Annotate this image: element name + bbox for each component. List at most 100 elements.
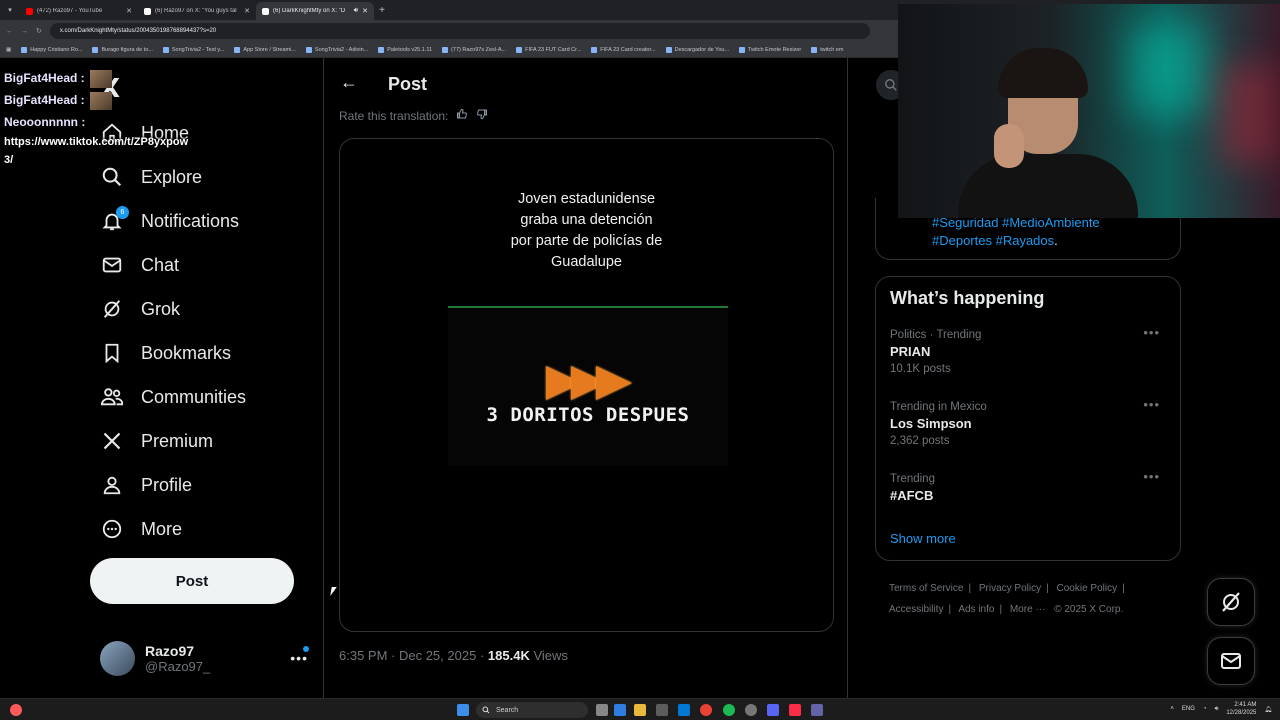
- post-button[interactable]: Post: [90, 558, 294, 604]
- more-dots-icon[interactable]: •••: [1143, 325, 1160, 340]
- more-dots-icon[interactable]: •••: [290, 650, 308, 666]
- account-switcher[interactable]: Razo97 @Razo97_ •••: [100, 638, 312, 678]
- volume-icon[interactable]: 🔊︎: [1215, 706, 1219, 713]
- language-indicator[interactable]: ENG: [1182, 706, 1195, 712]
- more-dots-icon[interactable]: •••: [1143, 397, 1160, 412]
- browser-tab-darkknight-x[interactable]: (6) DarkKnightMty on X: "D 🔊︎ ✕: [256, 2, 374, 20]
- bell-icon: 6: [100, 206, 129, 233]
- chevron-up-icon[interactable]: ˄: [1170, 706, 1174, 712]
- taskbar-search[interactable]: Search: [476, 702, 588, 718]
- thumbs-down-icon[interactable]: [476, 108, 488, 123]
- new-tab-plus-icon[interactable]: +: [374, 5, 390, 16]
- nav-communities[interactable]: Communities: [100, 382, 246, 412]
- messages-fab-button[interactable]: [1207, 637, 1255, 685]
- bookmark-item[interactable]: SongTrivia2 - Adivin...: [305, 46, 368, 53]
- bookmark-item[interactable]: FIFA 23 Card creator...: [591, 46, 656, 53]
- bookmark-item[interactable]: SongTrivia2 - Test y...: [162, 46, 224, 53]
- section-title: What’s happening: [890, 288, 1045, 308]
- close-tab-icon[interactable]: ✕: [362, 7, 368, 15]
- accessibility-link[interactable]: Accessibility: [889, 604, 943, 615]
- youtube-favicon-icon: [26, 7, 33, 15]
- more-dots-icon[interactable]: •••: [1143, 469, 1160, 484]
- chat-line: BigFat4Head :: [4, 89, 188, 111]
- cookie-link[interactable]: Cookie Policy: [1057, 583, 1118, 594]
- thumbs-up-icon[interactable]: [456, 108, 468, 123]
- browser-tab-youtube[interactable]: (472) Razo97 - YouTube ✕: [20, 2, 138, 20]
- post-timestamp[interactable]: 6:35 PM · Dec 25, 2025: [339, 648, 476, 663]
- bookmark-item[interactable]: (77) Razo97s Zesl-A...: [442, 46, 506, 53]
- apps-grid-icon[interactable]: ▦: [6, 47, 11, 53]
- back-nav-icon[interactable]: ←: [6, 28, 13, 35]
- reload-icon[interactable]: ↻: [36, 27, 42, 35]
- nav-bookmarks[interactable]: Bookmarks: [100, 338, 231, 368]
- bookmark-item[interactable]: Descargador de You...: [665, 46, 729, 53]
- discord-icon[interactable]: [767, 704, 779, 716]
- nav-label: Notifications: [141, 210, 240, 231]
- teams-icon[interactable]: [811, 704, 823, 716]
- bookmark-favicon-icon: [739, 46, 746, 53]
- weather-icon[interactable]: [10, 704, 22, 716]
- bookmark-item[interactable]: Happy Cristiano Ro...: [21, 46, 83, 53]
- trend-item[interactable]: Trending #AFCB •••: [890, 469, 1170, 503]
- tab-title: (6) Razo97 on X: "You guys tal: [155, 8, 237, 14]
- show-more-link[interactable]: Show more: [890, 531, 956, 546]
- notification-bell-icon[interactable]: 🔔︎: [1264, 706, 1272, 713]
- close-tab-icon[interactable]: ✕: [126, 7, 132, 15]
- nav-more[interactable]: More: [100, 514, 182, 544]
- bookmark-item[interactable]: Twitch Emote Resizer: [739, 46, 801, 53]
- bookmark-favicon-icon: [811, 46, 818, 53]
- file-explorer-icon[interactable]: [634, 704, 646, 716]
- account-handle: @Razo97_: [145, 658, 211, 674]
- close-tab-icon[interactable]: ✕: [244, 7, 250, 15]
- task-view-icon[interactable]: [596, 704, 608, 716]
- browser-tab-razo97-x[interactable]: (6) Razo97 on X: "You guys tal ✕: [138, 2, 256, 20]
- clock-time: 2:41 AM: [1234, 702, 1257, 708]
- bookmark-label: Happy Cristiano Ro...: [30, 46, 83, 53]
- chrome-icon[interactable]: [700, 704, 712, 716]
- bookmark-item[interactable]: App Store / Streami...: [234, 46, 296, 53]
- windows-start-icon[interactable]: [457, 704, 469, 716]
- bookmark-item[interactable]: twitch em: [811, 46, 844, 53]
- trend-item[interactable]: Politics · Trending PRIAN 10.1K posts ••…: [890, 325, 1170, 375]
- webcam-person-hand: [994, 124, 1024, 168]
- edge-icon[interactable]: [614, 704, 626, 716]
- mail-app-icon[interactable]: [678, 704, 690, 716]
- nav-grok[interactable]: Grok: [100, 294, 180, 324]
- music-icon[interactable]: [789, 704, 801, 716]
- nav-profile[interactable]: Profile: [100, 470, 192, 500]
- terms-link[interactable]: Terms of Service: [889, 583, 963, 594]
- footer-more-link[interactable]: More ···: [1010, 604, 1046, 615]
- trend-posts: 2,362 posts: [890, 435, 950, 447]
- address-bar[interactable]: x.com/DarkKnightMty/status/2004350198768…: [49, 23, 870, 39]
- x-favicon-icon: [144, 7, 151, 15]
- bookmark-favicon-icon: [378, 46, 385, 53]
- privacy-link[interactable]: Privacy Policy: [979, 583, 1041, 594]
- nav-chat[interactable]: Chat: [100, 250, 179, 280]
- bookmark-favicon-icon: [21, 46, 28, 53]
- wifi-icon[interactable]: ◔: [1203, 706, 1207, 712]
- store-icon[interactable]: [656, 704, 668, 716]
- clock[interactable]: 2:41 AM 12/28/2025: [1226, 701, 1256, 717]
- page-title: Post: [388, 74, 428, 94]
- ads-info-link[interactable]: Ads info: [958, 604, 994, 615]
- bookmark-label: twitch em: [820, 46, 844, 53]
- bookmark-item[interactable]: Burago figura de to...: [92, 46, 153, 53]
- trend-item[interactable]: Trending in Mexico Los Simpson 2,362 pos…: [890, 397, 1170, 447]
- bookmark-item[interactable]: Paletools v25.1.11: [378, 46, 432, 53]
- spotify-icon[interactable]: [723, 704, 735, 716]
- bookmark-item[interactable]: FIFA 23 FUT Card Cr...: [516, 46, 581, 53]
- forward-nav-icon[interactable]: →: [21, 28, 28, 35]
- hashtags-line[interactable]: #Deportes #Rayados: [932, 233, 1054, 248]
- nav-label: Grok: [141, 298, 181, 319]
- nav-notifications[interactable]: 6 Notifications: [100, 206, 239, 236]
- speaker-icon[interactable]: 🔊︎: [354, 7, 358, 15]
- bookmark-favicon-icon: [591, 46, 598, 53]
- post-video[interactable]: Joven estadunidense graba una detención …: [339, 138, 834, 632]
- grok-fab-button[interactable]: [1207, 578, 1255, 626]
- back-arrow-icon[interactable]: ←: [340, 72, 358, 93]
- whats-happening-panel: What’s happening Politics · Trending PRI…: [875, 276, 1181, 561]
- nav-premium[interactable]: Premium: [100, 426, 213, 456]
- tab-list-chevron-icon[interactable]: ▾: [0, 6, 20, 14]
- chat-line: Neooonnnnn :: [4, 111, 188, 133]
- app-icon[interactable]: [745, 704, 757, 716]
